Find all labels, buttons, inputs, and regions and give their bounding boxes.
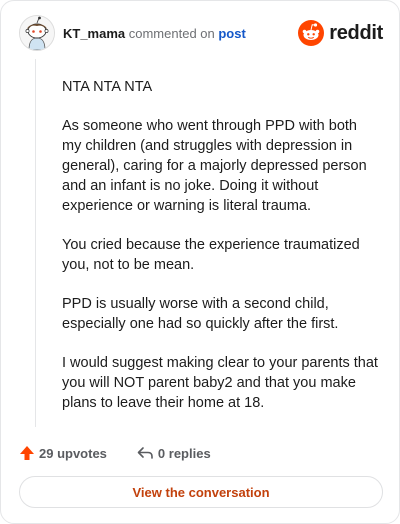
upvotes-count: 29 upvotes (39, 445, 107, 461)
username-link[interactable]: KT_mama (63, 26, 125, 41)
thread-line (35, 59, 36, 427)
comment-meta: KT_mama commented on post (63, 26, 246, 41)
replies-button[interactable]: 0 replies (137, 445, 211, 461)
upvote-button[interactable]: 29 upvotes (19, 445, 107, 461)
user-avatar[interactable] (19, 15, 55, 51)
commented-on-text: commented on (125, 26, 219, 41)
reply-arrow-icon (137, 447, 153, 459)
comment-header: KT_mama commented on post reddit (19, 15, 383, 55)
view-conversation-button[interactable]: View the conversation (19, 476, 383, 508)
comment-paragraph: I would suggest making clear to your par… (62, 355, 378, 411)
comment-body: NTA NTA NTA As someone who went through … (62, 77, 380, 432)
comment-paragraph: You cried because the experience traumat… (62, 237, 360, 273)
comment-paragraph: As someone who went through PPD with bot… (62, 118, 367, 214)
reddit-snoo-logo-icon (298, 20, 325, 46)
snoo-avatar-icon (20, 16, 54, 50)
comment-embed-card: KT_mama commented on post reddit NTA NTA… (0, 0, 400, 524)
comment-paragraph: NTA NTA NTA (62, 79, 153, 95)
reddit-wordmark: reddit (329, 21, 383, 44)
upvote-arrow-icon (20, 446, 34, 460)
post-link[interactable]: post (218, 26, 245, 41)
comment-actions: 29 upvotes 0 replies (19, 443, 211, 463)
reddit-brand-link[interactable]: reddit (298, 19, 383, 47)
replies-count: 0 replies (157, 445, 211, 461)
comment-paragraph: PPD is usually worse with a second child… (62, 296, 339, 332)
